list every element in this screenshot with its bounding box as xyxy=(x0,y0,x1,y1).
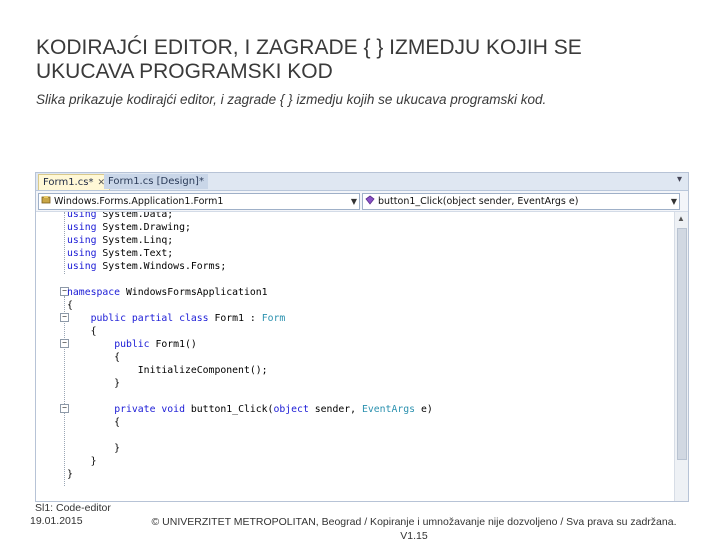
figure-caption: Sl1: Code-editor xyxy=(35,502,111,514)
chevron-down-icon: ▼ xyxy=(670,197,677,206)
chevron-down-icon: ▼ xyxy=(350,197,357,206)
class-icon xyxy=(41,196,51,204)
code-line: } xyxy=(67,443,121,454)
code-line: using System.Linq; xyxy=(67,235,174,246)
outline-guide xyxy=(64,296,65,486)
code-line: using System.Windows.Forms; xyxy=(67,261,227,272)
code-text: using System.Data; using System.Drawing; u… xyxy=(67,212,433,481)
code-line: { xyxy=(67,352,121,363)
method-icon xyxy=(365,195,375,205)
code-line: } xyxy=(67,456,97,467)
tab-form1-cs[interactable]: Form1.cs* ✕ xyxy=(38,174,110,190)
tab-form1-design[interactable]: Form1.cs [Design]* xyxy=(104,174,208,189)
outlining-margin xyxy=(36,212,60,501)
slide-title: KODIRAJĆI EDITOR, I ZAGRADE { } IZMEDJU … xyxy=(36,36,686,84)
document-tab-bar: Form1.cs* ✕ Form1.cs [Design]* ▾ xyxy=(36,173,688,191)
footer-date: 19.01.2015 xyxy=(30,515,83,527)
slide-title-line2: UKUCAVA PROGRAMSKI KOD xyxy=(36,60,333,83)
code-area[interactable]: − − − − using System.Data; using System.D… xyxy=(36,212,674,501)
code-editor-window: Form1.cs* ✕ Form1.cs [Design]* ▾ Windows.… xyxy=(35,172,689,502)
code-line: { xyxy=(67,300,73,311)
tab-form1-cs-label: Form1.cs* xyxy=(43,177,94,188)
member-selector-value: button1_Click(object sender, EventArgs e… xyxy=(378,196,579,207)
code-line: using System.Drawing; xyxy=(67,222,191,233)
slide-subtitle: Slika prikazuje kodirajći editor, i zagr… xyxy=(36,92,547,107)
version-text: V1.15 xyxy=(400,530,428,542)
navigation-bar: Windows.Forms.Application1.Form1 ▼ butto… xyxy=(36,191,688,212)
code-line: } xyxy=(67,469,73,480)
vertical-scrollbar[interactable]: ▲ xyxy=(674,212,688,501)
outline-guide xyxy=(64,212,65,274)
scroll-up-icon[interactable]: ▲ xyxy=(677,214,685,223)
scrollbar-thumb[interactable] xyxy=(677,228,687,460)
code-line: { xyxy=(67,417,121,428)
footer-copyright: © UNIVERZITET METROPOLITAN, Beograd / Ko… xyxy=(136,515,692,543)
tab-list-dropdown-icon[interactable]: ▾ xyxy=(677,174,682,185)
code-line: private void button1_Click(object sender… xyxy=(114,404,433,415)
copyright-text: © UNIVERZITET METROPOLITAN, Beograd / Ko… xyxy=(151,516,677,528)
type-selector-dropdown[interactable]: Windows.Forms.Application1.Form1 ▼ xyxy=(38,193,360,210)
code-line: { xyxy=(67,326,97,337)
code-line: public Form1() xyxy=(114,339,197,350)
code-line: using System.Data; xyxy=(67,212,174,220)
slide-title-line1: KODIRAJĆI EDITOR, I ZAGRADE { } IZMEDJU … xyxy=(36,36,582,59)
code-line: using System.Text; xyxy=(67,248,174,259)
member-selector-dropdown[interactable]: button1_Click(object sender, EventArgs e… xyxy=(362,193,680,210)
tab-form1-design-label: Form1.cs [Design]* xyxy=(108,176,204,187)
code-line: InitializeComponent(); xyxy=(67,365,268,376)
type-selector-value: Windows.Forms.Application1.Form1 xyxy=(54,196,224,207)
code-line: public partial class Form1 : Form xyxy=(90,313,286,324)
code-line: } xyxy=(67,378,121,389)
code-line: namespace WindowsFormsApplication1 xyxy=(67,287,268,298)
